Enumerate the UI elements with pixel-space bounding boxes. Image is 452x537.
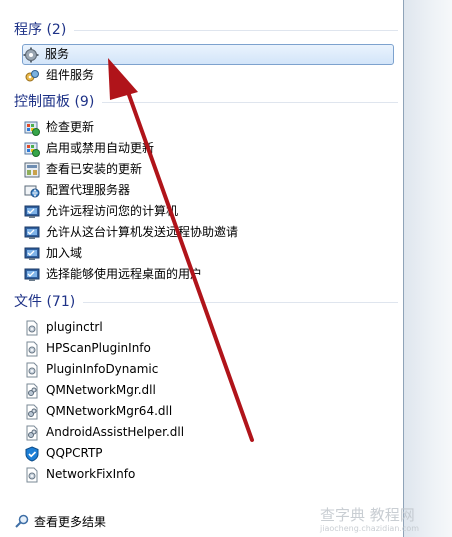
dll-file-icon (24, 383, 40, 399)
services-gear-icon (23, 47, 39, 63)
start-menu-search-results: 程序 (2) 服务 组件服务 控制面板 (9) 检查更新 启用或禁用自动更新 查… (0, 0, 404, 537)
result-item-installed-updates[interactable]: 查看已安装的更新 (24, 159, 392, 180)
dll-file-icon (24, 404, 40, 420)
result-item-remote-access[interactable]: 允许远程访问您的计算机 (24, 201, 392, 222)
windows-update-icon (24, 141, 40, 157)
result-item-file[interactable]: PluginInfoDynamic (24, 359, 392, 380)
section-header-files[interactable]: 文件 (71) (14, 292, 398, 312)
desktop-background (404, 0, 452, 537)
config-file-icon (24, 467, 40, 483)
result-item-join-domain[interactable]: 加入域 (24, 243, 392, 264)
internet-options-icon (24, 183, 40, 199)
system-monitor-icon (24, 246, 40, 262)
system-monitor-icon (24, 204, 40, 220)
section-header-programs[interactable]: 程序 (2) (14, 20, 398, 40)
result-item-file[interactable]: QMNetworkMgr.dll (24, 380, 392, 401)
see-more-results-link[interactable]: 查看更多结果 (14, 511, 106, 531)
section-header-control-panel[interactable]: 控制面板 (9) (14, 92, 398, 112)
installed-updates-icon (24, 162, 40, 178)
result-item-auto-update[interactable]: 启用或禁用自动更新 (24, 138, 392, 159)
system-monitor-icon (24, 267, 40, 283)
windows-update-icon (24, 120, 40, 136)
watermark: 查字典 教程网 jiaocheng.chazidian.com (320, 506, 420, 533)
result-item-proxy-server[interactable]: 配置代理服务器 (24, 180, 392, 201)
result-item-file[interactable]: QMNetworkMgr64.dll (24, 401, 392, 422)
qq-shield-icon (24, 445, 40, 462)
config-file-icon (24, 362, 40, 378)
result-item-file[interactable]: pluginctrl (24, 317, 392, 338)
search-icon (14, 513, 30, 529)
result-item-file[interactable]: QQPCRTP (24, 443, 392, 464)
result-item-services[interactable]: 服务 (22, 44, 394, 65)
result-item-file[interactable]: NetworkFixInfo (24, 464, 392, 485)
component-services-icon (24, 68, 40, 84)
result-item-component-services[interactable]: 组件服务 (24, 65, 392, 86)
dll-file-icon (24, 425, 40, 441)
result-item-remote-assistance[interactable]: 允许从这台计算机发送远程协助邀请 (24, 222, 392, 243)
config-file-icon (24, 320, 40, 336)
system-monitor-icon (24, 225, 40, 241)
config-file-icon (24, 341, 40, 357)
result-item-file[interactable]: AndroidAssistHelper.dll (24, 422, 392, 443)
result-item-remote-desktop-users[interactable]: 选择能够使用远程桌面的用户 (24, 264, 392, 285)
result-item-file[interactable]: HPScanPluginInfo (24, 338, 392, 359)
result-item-check-updates[interactable]: 检查更新 (24, 117, 392, 138)
